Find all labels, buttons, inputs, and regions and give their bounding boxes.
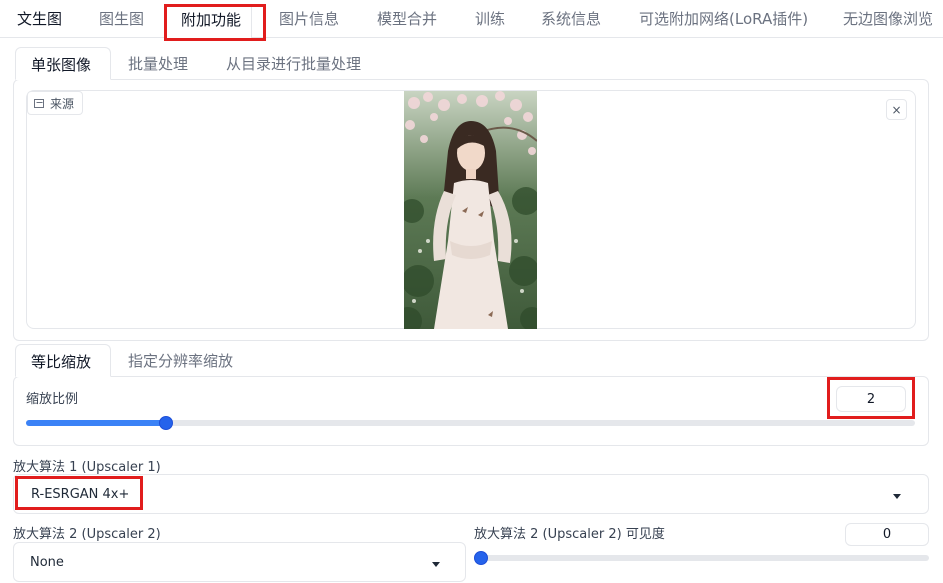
tab-scale-by[interactable]: 等比缩放 xyxy=(15,344,111,377)
scale-slider-fill xyxy=(26,420,166,426)
tab-checkpoint-merger[interactable]: 模型合并 xyxy=(377,8,437,30)
tab-system-info[interactable]: 系统信息 xyxy=(541,8,601,30)
upscaler2-value: None xyxy=(30,554,64,570)
tab-img2img[interactable]: 图生图 xyxy=(99,8,144,30)
tab-txt2img[interactable]: 文生图 xyxy=(17,8,62,30)
upscaler1-value: R-ESRGAN 4x+ xyxy=(31,486,130,502)
chevron-down-icon xyxy=(432,562,440,567)
chevron-down-icon xyxy=(893,494,901,499)
tab-additional-networks[interactable]: 可选附加网络(LoRA插件) xyxy=(639,8,808,30)
tab-single-image[interactable]: 单张图像 xyxy=(15,47,111,80)
source-label: 来源 xyxy=(27,91,84,115)
upscaler2-label: 放大算法 2 (Upscaler 2) xyxy=(13,527,161,542)
resize-panel xyxy=(13,376,929,446)
top-tab-bar: 文生图 图生图 附加功能 图片信息 模型合并 训练 系统信息 可选附加网络(Lo… xyxy=(0,0,943,39)
tab-batch-from-directory[interactable]: 从目录进行批量处理 xyxy=(226,53,361,75)
upscaler2-dropdown[interactable]: None xyxy=(13,542,466,582)
source-label-text: 来源 xyxy=(50,96,75,111)
clear-image-button[interactable]: × xyxy=(886,99,907,120)
source-image xyxy=(404,91,537,329)
tab-batch-process[interactable]: 批量处理 xyxy=(128,53,188,75)
tab-scale-to[interactable]: 指定分辨率缩放 xyxy=(128,350,233,372)
tab-extras[interactable]: 附加功能 xyxy=(166,4,253,39)
scale-label: 缩放比例 xyxy=(26,392,79,407)
tab-png-info[interactable]: 图片信息 xyxy=(279,8,339,30)
upscaler1-dropdown[interactable]: R-ESRGAN 4x+ xyxy=(13,474,929,514)
upscaler2-visibility-input[interactable]: 0 xyxy=(845,523,929,546)
scale-slider-thumb[interactable] xyxy=(158,416,173,430)
scale-number-input[interactable]: 2 xyxy=(836,386,906,412)
upscaler2-visibility-slider-thumb[interactable] xyxy=(474,551,488,565)
tab-train[interactable]: 训练 xyxy=(475,8,505,30)
image-icon xyxy=(34,98,44,108)
upscaler2-visibility-label: 放大算法 2 (Upscaler 2) 可见度 xyxy=(474,527,665,542)
upscaler1-label: 放大算法 1 (Upscaler 1) xyxy=(13,460,161,475)
tab-infinite-image-browsing[interactable]: 无边图像浏览 xyxy=(843,8,933,30)
upscaler2-visibility-slider[interactable] xyxy=(474,555,929,561)
